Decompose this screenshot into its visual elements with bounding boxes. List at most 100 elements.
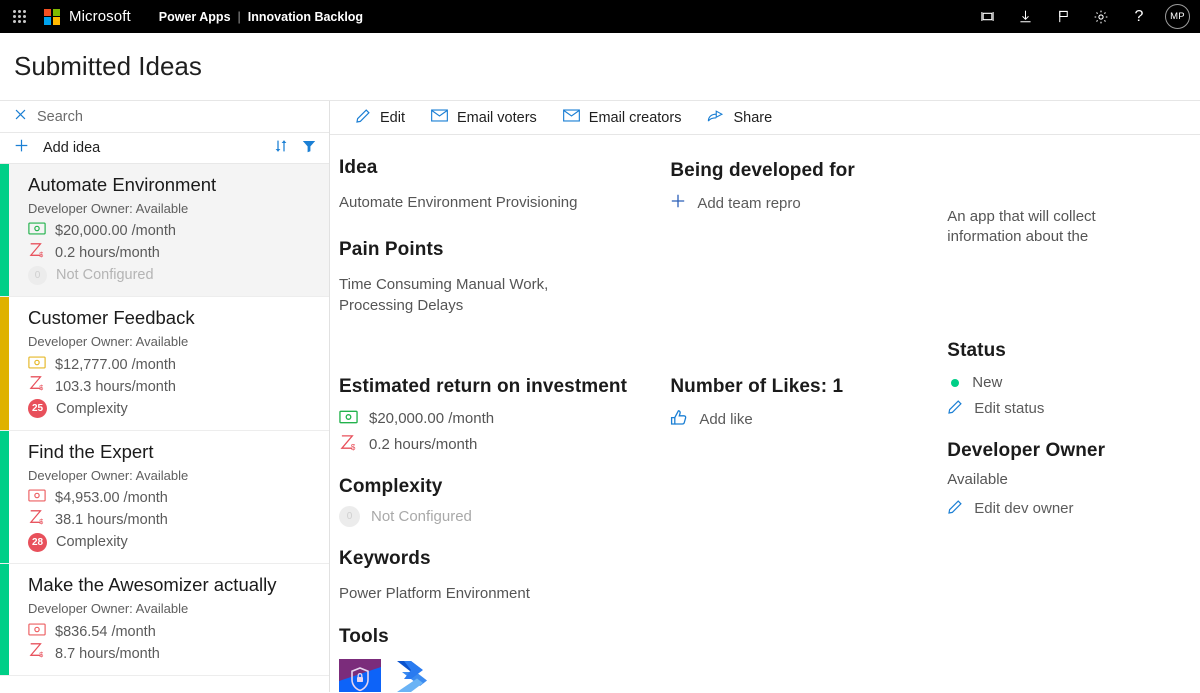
email-voters-button[interactable]: Email voters (418, 101, 550, 134)
share-button[interactable]: Share (694, 101, 785, 134)
fit-to-screen-icon[interactable] (972, 2, 1002, 32)
item-money-metric: $20,000.00 /month (28, 220, 321, 242)
item-title: Make the Awesomizer actually (28, 572, 321, 598)
add-team-repro-button[interactable]: Add team repro (670, 190, 937, 216)
roi-heading: Estimated return on investment (339, 376, 660, 398)
item-money-metric: $4,953.00 /month (28, 487, 321, 509)
envelope-icon (563, 109, 580, 126)
help-icon[interactable]: ? (1124, 2, 1154, 32)
search-placeholder: Search (37, 109, 83, 125)
keywords-heading: Keywords (339, 548, 660, 570)
share-icon (707, 108, 724, 127)
download-icon[interactable] (1010, 2, 1040, 32)
ideas-list-pane: Search Add idea (0, 101, 330, 692)
complexity-row: 0 Not Configured (339, 504, 660, 530)
idea-value: Automate Environment Provisioning (339, 193, 660, 213)
dev-owner-heading: Developer Owner (947, 440, 1190, 462)
svg-text:$: $ (39, 251, 43, 258)
status-badge: New (972, 374, 1002, 391)
add-like-label: Add like (699, 411, 752, 428)
flag-icon[interactable] (1048, 2, 1078, 32)
app-breadcrumb: Power Apps | Innovation Backlog (159, 10, 363, 24)
item-money-metric: $836.54 /month (28, 621, 321, 643)
list-item[interactable]: Make the Awesomizer actually Developer O… (0, 564, 329, 675)
item-money-value: $4,953.00 /month (55, 487, 168, 509)
add-like-button[interactable]: Add like (670, 406, 937, 432)
item-complexity-label: Complexity (56, 398, 128, 420)
power-automate-icon[interactable] (395, 659, 437, 692)
pencil-icon (947, 499, 963, 519)
pain-points-heading: Pain Points (339, 239, 660, 261)
tools-list (339, 659, 660, 692)
item-hours-metric: $ 8.7 hours/month (28, 643, 321, 665)
sort-icon[interactable] (273, 138, 289, 159)
user-avatar[interactable]: MP (1165, 4, 1190, 29)
item-body: Make the Awesomizer actually Developer O… (9, 564, 321, 674)
filter-icon[interactable] (301, 138, 317, 159)
item-complexity-metric: 0 Not Configured (28, 264, 321, 286)
breadcrumb-separator: | (238, 10, 241, 24)
complexity-heading: Complexity (339, 476, 660, 498)
likes-heading: Number of Likes: 1 (670, 376, 937, 398)
body-split: Search Add idea (0, 101, 1200, 692)
roi-money-value: $20,000.00 /month (369, 410, 494, 427)
complexity-badge: 0 (28, 266, 47, 285)
item-money-value: $12,777.00 /month (55, 354, 176, 376)
hourglass-money-icon: $ (339, 434, 358, 455)
email-creators-button[interactable]: Email creators (550, 101, 695, 134)
item-title: Customer Feedback (28, 305, 321, 331)
command-bar: Edit Email voters Email creators Share (330, 101, 1200, 135)
settings-gear-icon[interactable] (1086, 2, 1116, 32)
edit-dev-owner-button[interactable]: Edit dev owner (947, 496, 1190, 522)
list-actions (273, 138, 317, 159)
item-complexity-label: Complexity (56, 531, 128, 553)
complexity-badge: 0 (339, 506, 360, 527)
roi-hours-row: $ 0.2 hours/month (339, 432, 660, 458)
app-launcher-waffle-icon[interactable] (8, 10, 30, 23)
list-item[interactable]: Automate Environment Developer Owner: Av… (0, 164, 329, 297)
hourglass-money-icon: $ (28, 642, 46, 665)
app-name-text[interactable]: Power Apps (159, 10, 231, 24)
item-owner: Developer Owner: Available (28, 332, 321, 352)
search-input[interactable]: Search (0, 101, 329, 133)
item-owner: Developer Owner: Available (28, 599, 321, 619)
idea-heading: Idea (339, 157, 660, 179)
email-voters-label: Email voters (457, 110, 537, 126)
item-body: Customer Feedback Developer Owner: Avail… (9, 297, 321, 429)
environment-name-text[interactable]: Innovation Backlog (248, 10, 363, 24)
microsoft-brand-text: Microsoft (69, 8, 131, 25)
envelope-icon (431, 109, 448, 126)
svg-text:$: $ (39, 384, 43, 391)
pencil-icon (355, 108, 371, 128)
detail-column-status: An app that will collect information abo… (947, 157, 1200, 692)
money-icon (28, 621, 46, 643)
item-body: Automate Environment Developer Owner: Av… (9, 164, 321, 296)
side-note: An app that will collect information abo… (947, 207, 1127, 247)
money-icon (28, 220, 46, 242)
add-idea-button[interactable]: Add idea (43, 140, 100, 156)
detail-column-secondary: Being developed for Add team repro Numbe… (670, 157, 947, 692)
list-item[interactable]: Find the Expert Developer Owner: Availab… (0, 431, 329, 564)
edit-status-button[interactable]: Edit status (947, 396, 1190, 422)
page-header: Submitted Ideas (0, 33, 1200, 101)
plus-icon[interactable] (14, 138, 29, 158)
money-icon (28, 354, 46, 376)
list-item[interactable]: Customer Feedback Developer Owner: Avail… (0, 297, 329, 430)
roi-hours-value: 0.2 hours/month (369, 436, 477, 453)
svg-text:$: $ (39, 517, 43, 524)
microsoft-logo[interactable]: Microsoft (44, 8, 131, 25)
item-hours-metric: $ 38.1 hours/month (28, 509, 321, 531)
share-label: Share (733, 110, 772, 126)
item-complexity-metric: 28 Complexity (28, 531, 321, 553)
plus-icon (670, 193, 686, 213)
item-owner: Developer Owner: Available (28, 199, 321, 219)
complexity-badge: 25 (28, 399, 47, 418)
close-icon[interactable] (14, 108, 27, 126)
complexity-value: Not Configured (371, 508, 472, 525)
microsoft-squares-icon (44, 9, 60, 25)
svg-text:$: $ (39, 651, 43, 658)
edit-button[interactable]: Edit (342, 101, 418, 134)
azure-ad-shield-icon[interactable] (339, 659, 381, 692)
item-complexity-label: Not Configured (56, 264, 154, 286)
pencil-icon (947, 399, 963, 419)
